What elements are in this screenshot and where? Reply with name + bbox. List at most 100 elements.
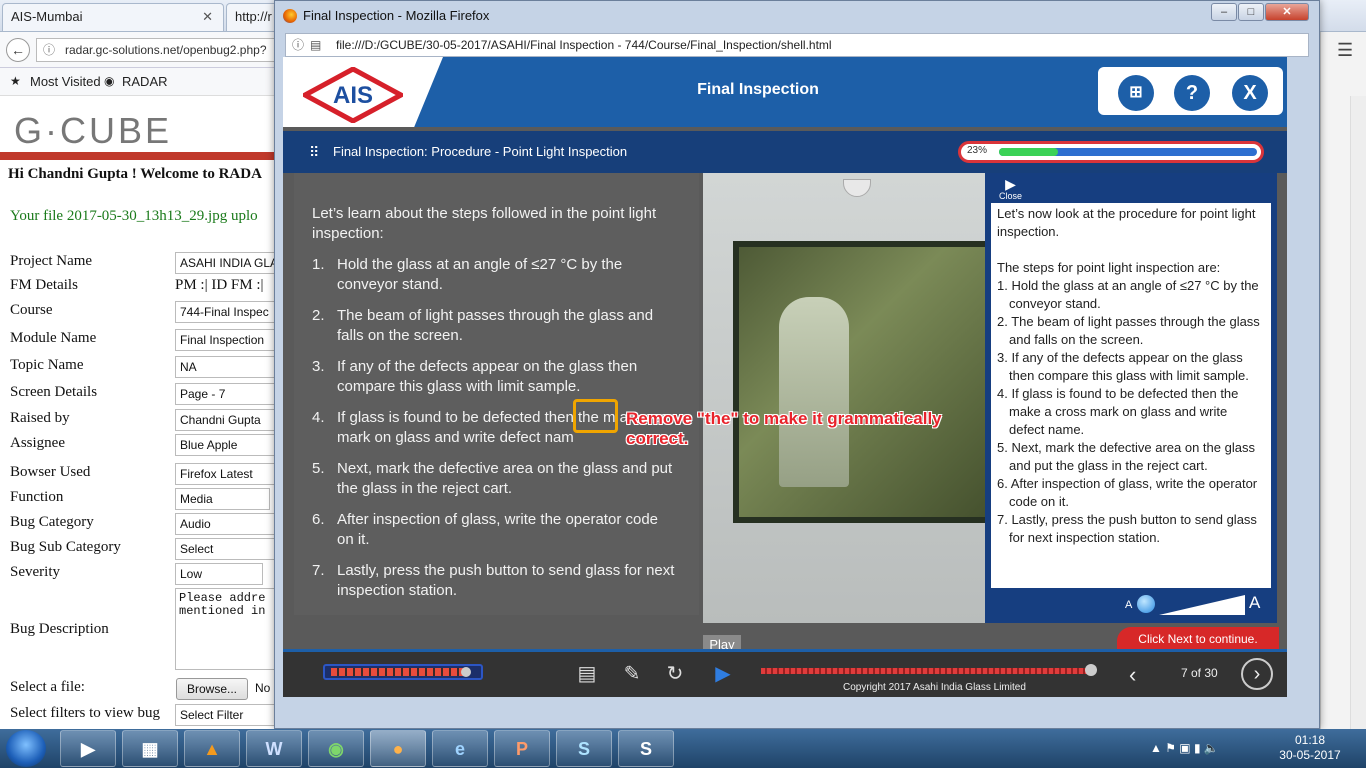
notes-step: 2. The beam of light passes through the … — [997, 314, 1260, 347]
project-name-input[interactable]: ASAHI INDIA GLA — [175, 252, 275, 274]
progress-label: 23% — [967, 145, 988, 156]
font-large-label: A — [1249, 593, 1261, 612]
skype-icon[interactable]: S — [556, 730, 612, 767]
previous-button[interactable]: ‹ — [1129, 662, 1149, 688]
step-number: 7. — [312, 562, 325, 579]
sitemap-icon[interactable]: ⊞ — [1118, 75, 1154, 111]
font-size-ramp — [1159, 595, 1245, 615]
copyright-text: Copyright 2017 Asahi India Glass Limited — [843, 682, 1026, 693]
bg-scrollbar[interactable] — [1350, 96, 1366, 731]
vlc-icon[interactable]: ▲ — [184, 730, 240, 767]
progress-bar: 23% — [958, 141, 1264, 163]
welcome-text: Hi Chandni Gupta ! Welcome to RADA — [8, 166, 262, 182]
notes-close-label: Close — [999, 191, 1023, 201]
click-next-hint: Click Next to continue. — [1117, 627, 1279, 651]
browse-button[interactable]: Browse... — [176, 678, 248, 700]
bookmark-most-visited[interactable]: Most Visited — [30, 74, 101, 89]
radar-icon: ◉ — [104, 74, 115, 88]
topic-bar: ⠿ Final Inspection: Procedure - Point Li… — [283, 131, 1287, 173]
fm-details-value: PM :| ID FM :| — [175, 277, 264, 293]
step-number: 1. — [312, 256, 325, 273]
bg-url-field[interactable]: ⓘ radar.gc-solutions.net/openbug2.php? — [36, 38, 276, 62]
system-tray-icons[interactable]: ▲ ⚑ ▣ ▮ 🔈 — [1150, 741, 1219, 755]
minimize-button[interactable]: – — [1211, 3, 1237, 21]
window-close-button[interactable]: ✕ — [1265, 3, 1309, 21]
exit-button[interactable]: X — [1232, 75, 1268, 111]
function-select[interactable]: Media — [175, 488, 270, 510]
maximize-button[interactable]: □ — [1238, 3, 1264, 21]
notes-intro: Let’s now look at the procedure for poin… — [997, 206, 1256, 239]
bug-category-select[interactable]: Audio — [175, 513, 275, 535]
course-input[interactable]: 744-Final Inspec — [175, 301, 275, 323]
bg-tab-ais-mumbai[interactable]: AIS-Mumbai ✕ — [2, 3, 224, 31]
logo-text: AIS — [333, 82, 373, 109]
notes-text-box: Let’s now look at the procedure for poin… — [991, 203, 1271, 588]
severity-select[interactable]: Low — [175, 563, 263, 585]
powerpoint-icon[interactable]: P — [494, 730, 550, 767]
notes-step: 5. Next, mark the defective area on the … — [997, 440, 1255, 473]
progress-track — [999, 148, 1257, 156]
field-label: Module Name — [10, 330, 97, 346]
progress-fill — [999, 148, 1059, 156]
browser-used-input[interactable]: Firefox Latest — [175, 463, 275, 485]
window-title: Final Inspection - Mozilla Firefox — [303, 8, 490, 23]
volume-knob[interactable] — [461, 667, 471, 677]
seek-knob[interactable] — [1085, 664, 1097, 676]
url-bar[interactable]: ⓘ ▤ file:///D:/GCUBE/30-05-2017/ASAHI/Fi… — [285, 33, 1309, 57]
filters-select[interactable]: Select Filter — [175, 704, 275, 726]
play-button[interactable]: ▶ — [711, 662, 735, 686]
bug-description-textarea[interactable]: Please addre mentioned in — [175, 588, 275, 670]
bug-sub-category-select[interactable]: Select — [175, 538, 275, 560]
notes-edit-icon[interactable]: ✎ — [620, 662, 644, 686]
next-button[interactable]: › — [1241, 658, 1273, 690]
notes-step: 1. Hold the glass at an angle of ≤27 °C … — [997, 278, 1259, 311]
grid-menu-icon[interactable]: ⠿ — [309, 145, 325, 161]
annotation-text: Remove "the" to make it grammatically co… — [626, 409, 942, 448]
tab-label: http://r — [235, 9, 272, 24]
module-name-input[interactable]: Final Inspection — [175, 329, 275, 351]
firefox-taskbar-icon[interactable]: ● — [370, 730, 426, 767]
course-header: AIS Final Inspection ⊞ ? X — [283, 57, 1287, 127]
font-size-slider[interactable]: A A — [1125, 593, 1265, 618]
step-number: 5. — [312, 460, 325, 477]
header-button-group: ⊞ ? X — [1098, 67, 1283, 115]
inspection-illustration — [703, 173, 993, 623]
assignee-input[interactable]: Blue Apple — [175, 434, 275, 456]
close-icon[interactable]: ✕ — [202, 4, 213, 30]
ie-icon[interactable]: e — [432, 730, 488, 767]
field-label: Bug Description — [10, 621, 109, 637]
info-icon: ⓘ — [43, 43, 56, 57]
step-text: After inspection of glass, write the ope… — [337, 511, 659, 548]
start-button[interactable] — [6, 730, 46, 767]
page-counter: 7 of 30 — [1181, 666, 1218, 680]
chrome-icon[interactable]: ◉ — [308, 730, 364, 767]
font-small-label: A — [1125, 599, 1133, 611]
firefox-window: Final Inspection - Mozilla Firefox – □ ✕… — [274, 0, 1320, 729]
notes-step: 4. If glass is found to be defected then… — [997, 386, 1239, 437]
menu-icon[interactable]: ☰ — [1337, 40, 1353, 61]
back-icon[interactable]: ← — [6, 38, 30, 62]
word-icon[interactable]: W — [246, 730, 302, 767]
slider-knob[interactable] — [1137, 595, 1155, 613]
step-number: 4. — [312, 409, 325, 426]
help-button[interactable]: ? — [1174, 75, 1210, 111]
field-label: Function — [10, 489, 64, 505]
replay-icon[interactable]: ↻ — [663, 662, 687, 686]
raised-by-input[interactable]: Chandni Gupta — [175, 409, 275, 431]
seek-bar[interactable] — [761, 668, 1091, 674]
notes-step: 6. After inspection of glass, write the … — [997, 476, 1258, 509]
topic-title: Final Inspection: Procedure - Point Ligh… — [333, 144, 628, 159]
notes-close-button[interactable]: ▶ Close — [999, 177, 1022, 201]
bookmark-radar[interactable]: RADAR — [122, 74, 168, 89]
screen-details-input[interactable]: Page - 7 — [175, 383, 275, 405]
volume-slider[interactable] — [323, 664, 483, 680]
field-label: Bug Sub Category — [10, 539, 121, 555]
clock[interactable]: 01:18 30-05-2017 — [1270, 733, 1350, 763]
snagit-icon[interactable]: S — [618, 730, 674, 767]
step-number: 6. — [312, 511, 325, 528]
transcript-icon[interactable]: ▤ — [575, 662, 599, 686]
field-label: Select a file: — [10, 679, 85, 695]
media-player-icon[interactable]: ▶ — [60, 730, 116, 767]
topic-name-input[interactable]: NA — [175, 356, 275, 378]
file-explorer-icon[interactable]: ▦ — [122, 730, 178, 767]
